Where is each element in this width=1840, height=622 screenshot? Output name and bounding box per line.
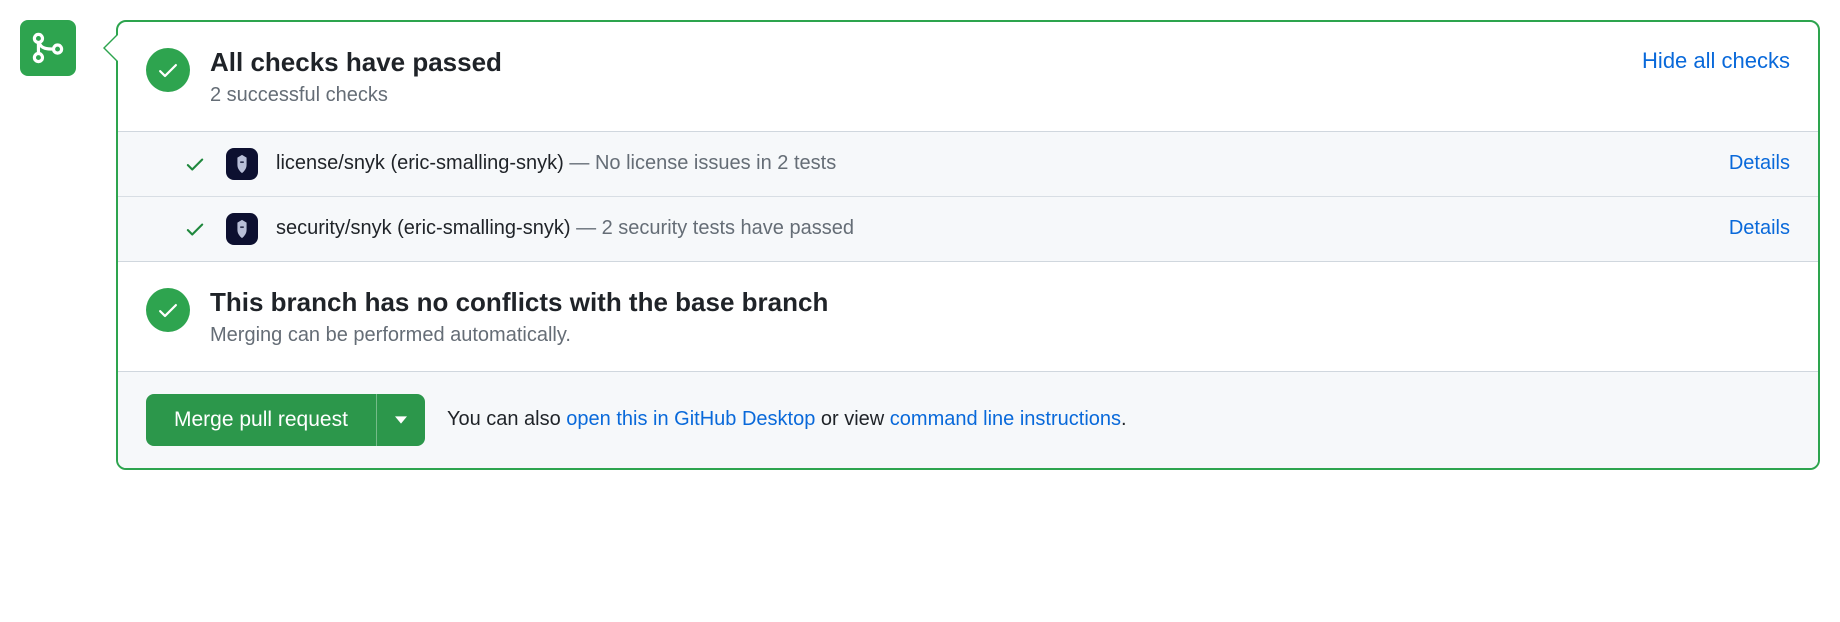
merge-helper-text: You can also open this in GitHub Desktop… — [447, 408, 1127, 431]
check-description: 2 security tests have passed — [602, 217, 854, 239]
merge-options-dropdown[interactable] — [376, 394, 425, 446]
check-status-icon — [182, 151, 208, 177]
snyk-app-avatar — [226, 148, 258, 180]
check-text: security/snyk (eric-smalling-snyk) — 2 s… — [276, 217, 1711, 240]
merge-timeline-badge — [20, 20, 76, 76]
command-line-instructions-link[interactable]: command line instructions — [890, 408, 1121, 430]
check-icon — [184, 153, 206, 175]
check-text: license/snyk (eric-smalling-snyk) — No l… — [276, 152, 1711, 175]
helper-suffix: . — [1121, 408, 1127, 430]
check-status-icon — [182, 216, 208, 242]
check-description: No license issues in 2 tests — [595, 152, 836, 174]
check-name: license/snyk (eric-smalling-snyk) — [276, 152, 564, 174]
status-success-circle — [146, 288, 190, 332]
snyk-icon — [231, 218, 253, 240]
check-row: license/snyk (eric-smalling-snyk) — No l… — [118, 132, 1818, 197]
conflict-subtitle: Merging can be performed automatically. — [210, 324, 1790, 347]
checks-list: license/snyk (eric-smalling-snyk) — No l… — [118, 131, 1818, 261]
git-merge-icon — [31, 31, 65, 65]
conflict-title: This branch has no conflicts with the ba… — [210, 286, 1790, 320]
open-github-desktop-link[interactable]: open this in GitHub Desktop — [566, 408, 815, 430]
snyk-icon — [231, 153, 253, 175]
check-name: security/snyk (eric-smalling-snyk) — [276, 217, 571, 239]
snyk-app-avatar — [226, 213, 258, 245]
check-separator: — — [569, 152, 595, 174]
merge-pull-request-button[interactable]: Merge pull request — [146, 394, 376, 446]
checks-summary-title: All checks have passed — [210, 46, 1790, 80]
panel-pointer — [76, 20, 116, 76]
merge-status-panel: All checks have passed 2 successful chec… — [116, 20, 1820, 470]
toggle-checks-link[interactable]: Hide all checks — [1642, 48, 1790, 74]
merge-button-group: Merge pull request — [146, 394, 425, 446]
helper-prefix: You can also — [447, 408, 566, 430]
checks-summary-subtitle: 2 successful checks — [210, 84, 1790, 107]
check-details-link[interactable]: Details — [1729, 217, 1790, 240]
check-icon — [156, 58, 180, 82]
check-icon — [156, 298, 180, 322]
conflict-section: This branch has no conflicts with the ba… — [118, 261, 1818, 371]
merge-footer: Merge pull request You can also open thi… — [118, 371, 1818, 468]
caret-down-icon — [395, 414, 407, 426]
status-success-circle — [146, 48, 190, 92]
checks-summary-section: All checks have passed 2 successful chec… — [118, 22, 1818, 131]
check-details-link[interactable]: Details — [1729, 152, 1790, 175]
helper-middle: or view — [815, 408, 889, 430]
check-separator: — — [576, 217, 602, 239]
check-row: security/snyk (eric-smalling-snyk) — 2 s… — [118, 197, 1818, 261]
check-icon — [184, 218, 206, 240]
